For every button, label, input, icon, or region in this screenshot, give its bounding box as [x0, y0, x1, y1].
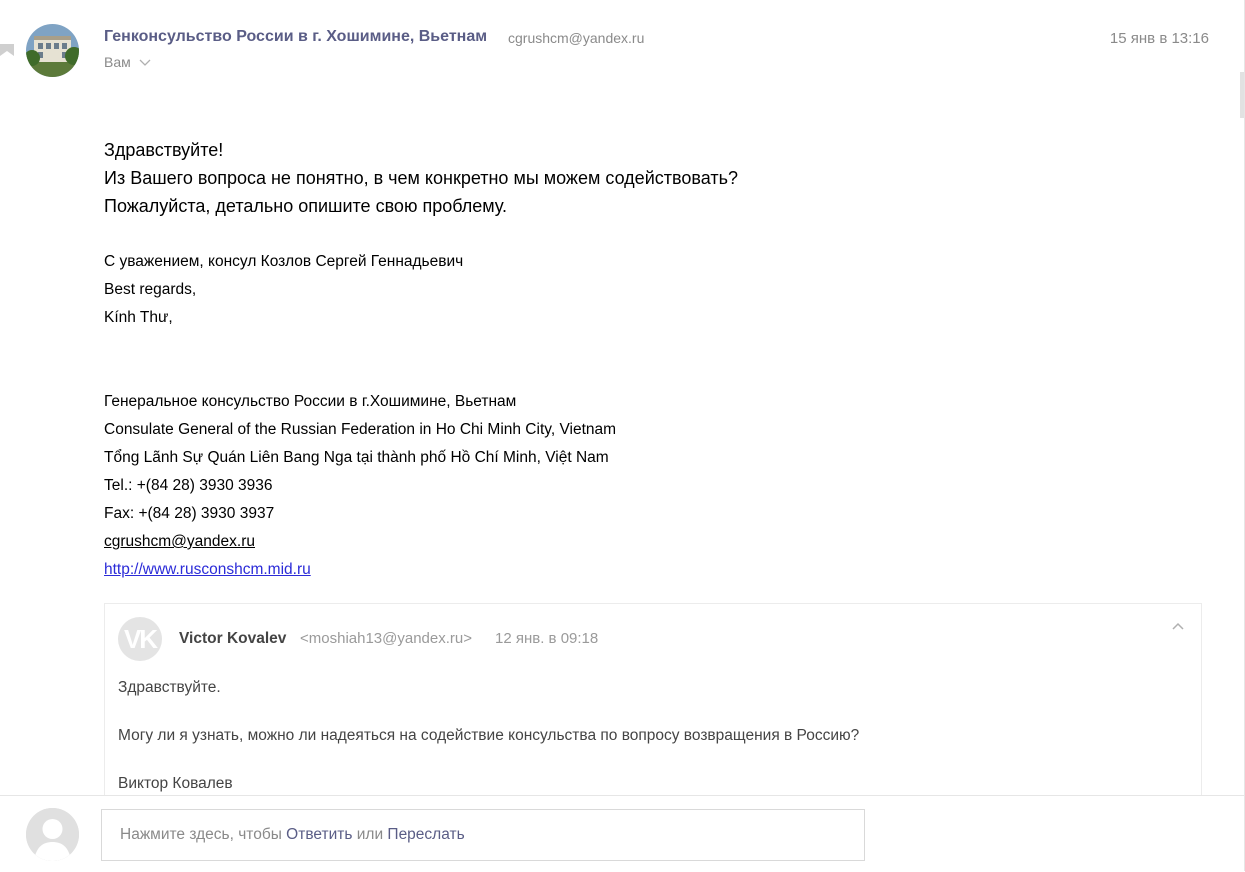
fax: Fax: +(84 28) 3930 3937 [104, 505, 275, 522]
org-name-en: Consulate General of the Russian Federat… [104, 421, 617, 438]
body-line: Из Вашего вопроса не понятно, в чем конк… [104, 168, 738, 188]
sender-email[interactable]: cgrushcm@yandex.ru [508, 30, 644, 46]
phone: Tel.: +(84 28) 3930 3936 [104, 477, 273, 494]
quick-reply-bar: Нажмите здесь, чтобы Ответить или Пересл… [0, 795, 1244, 872]
quoted-date: 12 янв. в 09:18 [495, 630, 599, 647]
website-link[interactable]: http://www.rusconshcm.mid.ru [104, 561, 311, 578]
contact-email-link[interactable]: cgrushcm@yandex.ru [104, 533, 255, 550]
scrollbar-thumb[interactable] [1240, 72, 1244, 118]
forward-link[interactable]: Переслать [387, 826, 464, 844]
quoted-sender-avatar: VK [118, 617, 162, 661]
recipient-toggle[interactable]: Вам [104, 54, 151, 70]
contact-info: Генеральное консульство России в г.Хошим… [104, 388, 616, 584]
quoted-line: Могу ли я узнать, можно ли надеяться на … [118, 727, 860, 744]
mail-viewer: Генконсульство России в г. Хошимине, Вье… [0, 0, 1245, 872]
quoted-message: VK Victor Kovalev <moshiah13@yandex.ru> … [104, 603, 1202, 803]
body-line: Пожалуйста, детально опишите свою пробле… [104, 196, 508, 216]
quoted-sender-email[interactable]: <moshiah13@yandex.ru> [300, 630, 472, 647]
quick-reply-box[interactable]: Нажмите здесь, чтобы Ответить или Пересл… [101, 809, 865, 861]
signature-line: Kính Thư, [104, 309, 173, 326]
recipient-label: Вам [104, 54, 131, 70]
message-date: 15 янв в 13:16 [1109, 30, 1209, 47]
chevron-down-icon [139, 59, 151, 66]
signature-line: Best regards, [104, 281, 197, 298]
quoted-sender-name[interactable]: Victor Kovalev [179, 630, 286, 648]
message-body: Здравствуйте! Из Вашего вопроса не понят… [104, 136, 738, 220]
signature: С уважением, консул Козлов Сергей Геннад… [104, 248, 463, 332]
reply-link[interactable]: Ответить [286, 826, 352, 844]
consulate-building-photo [26, 24, 79, 77]
reply-or: или [352, 826, 388, 843]
body-line: Здравствуйте! [104, 140, 224, 160]
signature-line: С уважением, консул Козлов Сергей Геннад… [104, 253, 464, 270]
quoted-line: Здравствуйте. [118, 679, 221, 696]
sender-avatar [26, 24, 79, 77]
chevron-up-icon[interactable] [1171, 622, 1185, 632]
reply-prompt: Нажмите здесь, чтобы [120, 826, 287, 843]
org-name-vi: Tổng Lãnh Sự Quán Liên Bang Nga tại thàn… [104, 449, 609, 466]
sender-name[interactable]: Генконсульство России в г. Хошимине, Вье… [104, 28, 487, 46]
user-silhouette-icon [26, 808, 79, 861]
org-name-ru: Генеральное консульство России в г.Хошим… [104, 393, 517, 410]
user-avatar [26, 808, 79, 861]
back-arrow-icon[interactable] [0, 42, 14, 58]
